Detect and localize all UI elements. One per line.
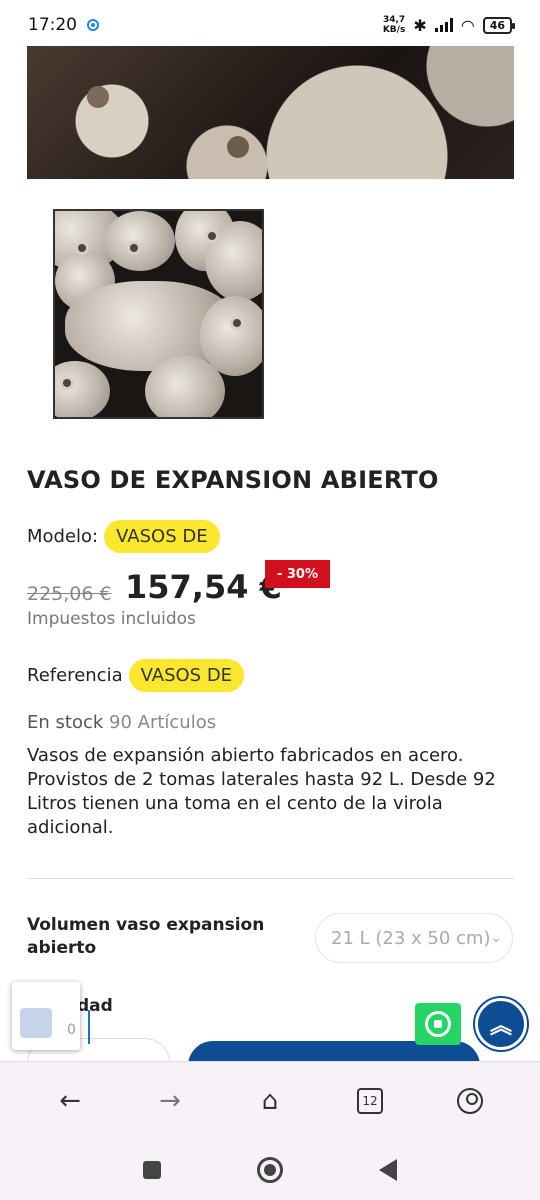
signal-icon xyxy=(434,18,453,32)
avatar-icon xyxy=(20,1008,52,1038)
discount-badge: - 30% xyxy=(265,560,330,588)
profile-button[interactable] xyxy=(446,1077,494,1125)
chevron-down-icon: ⌄ xyxy=(490,930,502,946)
quantity-input[interactable]: 0 xyxy=(67,1022,76,1038)
system-navigation-bar xyxy=(0,1139,540,1200)
browser-toolbar: ← → ⌂ 12 xyxy=(0,1061,540,1139)
status-time: 17:20 xyxy=(28,15,77,35)
stock-status: En stock 90 Artículos xyxy=(27,712,216,733)
old-price: 225,06 € xyxy=(27,583,112,605)
tax-note: Impuestos incluidos xyxy=(27,609,196,629)
network-speed-value: 34,7 xyxy=(382,15,406,25)
divider xyxy=(27,878,514,879)
whatsapp-button[interactable] xyxy=(415,1003,461,1045)
model-badge: VASOS DE xyxy=(104,520,220,553)
text-caret xyxy=(88,1010,90,1044)
back-button[interactable]: ← xyxy=(46,1077,94,1125)
product-description: Vasos de expansión abierto fabricados en… xyxy=(27,745,496,838)
system-home-button[interactable] xyxy=(257,1156,283,1183)
system-back-button[interactable] xyxy=(379,1158,397,1181)
product-title: VASO DE EXPANSION ABIERTO xyxy=(27,466,439,494)
variant-label: Volumen vaso expansion abierto xyxy=(27,915,265,958)
current-price: 157,54 € xyxy=(125,568,282,606)
double-chevron-up-icon: ︽ xyxy=(489,1014,512,1039)
battery-icon: 46 xyxy=(482,16,516,34)
profile-icon xyxy=(457,1087,483,1114)
status-icons: 34,7 KB/s ✱ ◠ 46 xyxy=(383,15,516,35)
home-button[interactable]: ⌂ xyxy=(246,1077,294,1125)
network-speed: 34,7 KB/s xyxy=(383,15,405,35)
reference-label: Referencia xyxy=(27,665,123,686)
back-arrow-icon: ← xyxy=(59,1085,81,1116)
reference-row: Referencia VASOS DE xyxy=(27,659,245,692)
wifi-icon: ◠ xyxy=(460,15,475,35)
bluetooth-icon: ✱ xyxy=(413,15,427,35)
tabs-icon: 12 xyxy=(357,1087,383,1114)
forward-button[interactable]: → xyxy=(146,1077,194,1125)
notification-icon xyxy=(87,19,99,31)
product-thumbnail[interactable] xyxy=(53,209,264,419)
variant-select[interactable]: 21 L (23 x 50 cm) ⌄ xyxy=(315,913,513,963)
floating-widget[interactable]: 0 xyxy=(12,982,90,1050)
tabs-button[interactable]: 12 xyxy=(346,1077,394,1125)
stock-label: En stock xyxy=(27,712,104,733)
forward-arrow-icon: → xyxy=(159,1085,181,1116)
network-speed-unit: KB/s xyxy=(382,25,406,35)
product-main-image[interactable] xyxy=(27,46,514,179)
home-icon: ⌂ xyxy=(261,1085,279,1116)
model-label: Modelo: xyxy=(27,526,99,547)
status-bar: 17:20 34,7 KB/s ✱ ◠ 46 xyxy=(0,0,540,50)
model-row: Modelo: VASOS DE xyxy=(27,520,220,553)
scroll-to-top-button[interactable]: ︽ xyxy=(475,998,527,1050)
reference-badge: VASOS DE xyxy=(128,659,245,692)
whatsapp-icon xyxy=(425,1011,451,1037)
variant-selected-value: 21 L (23 x 50 cm) xyxy=(331,927,491,949)
stock-count: 90 Artículos xyxy=(109,712,217,733)
recents-button[interactable] xyxy=(143,1160,161,1179)
